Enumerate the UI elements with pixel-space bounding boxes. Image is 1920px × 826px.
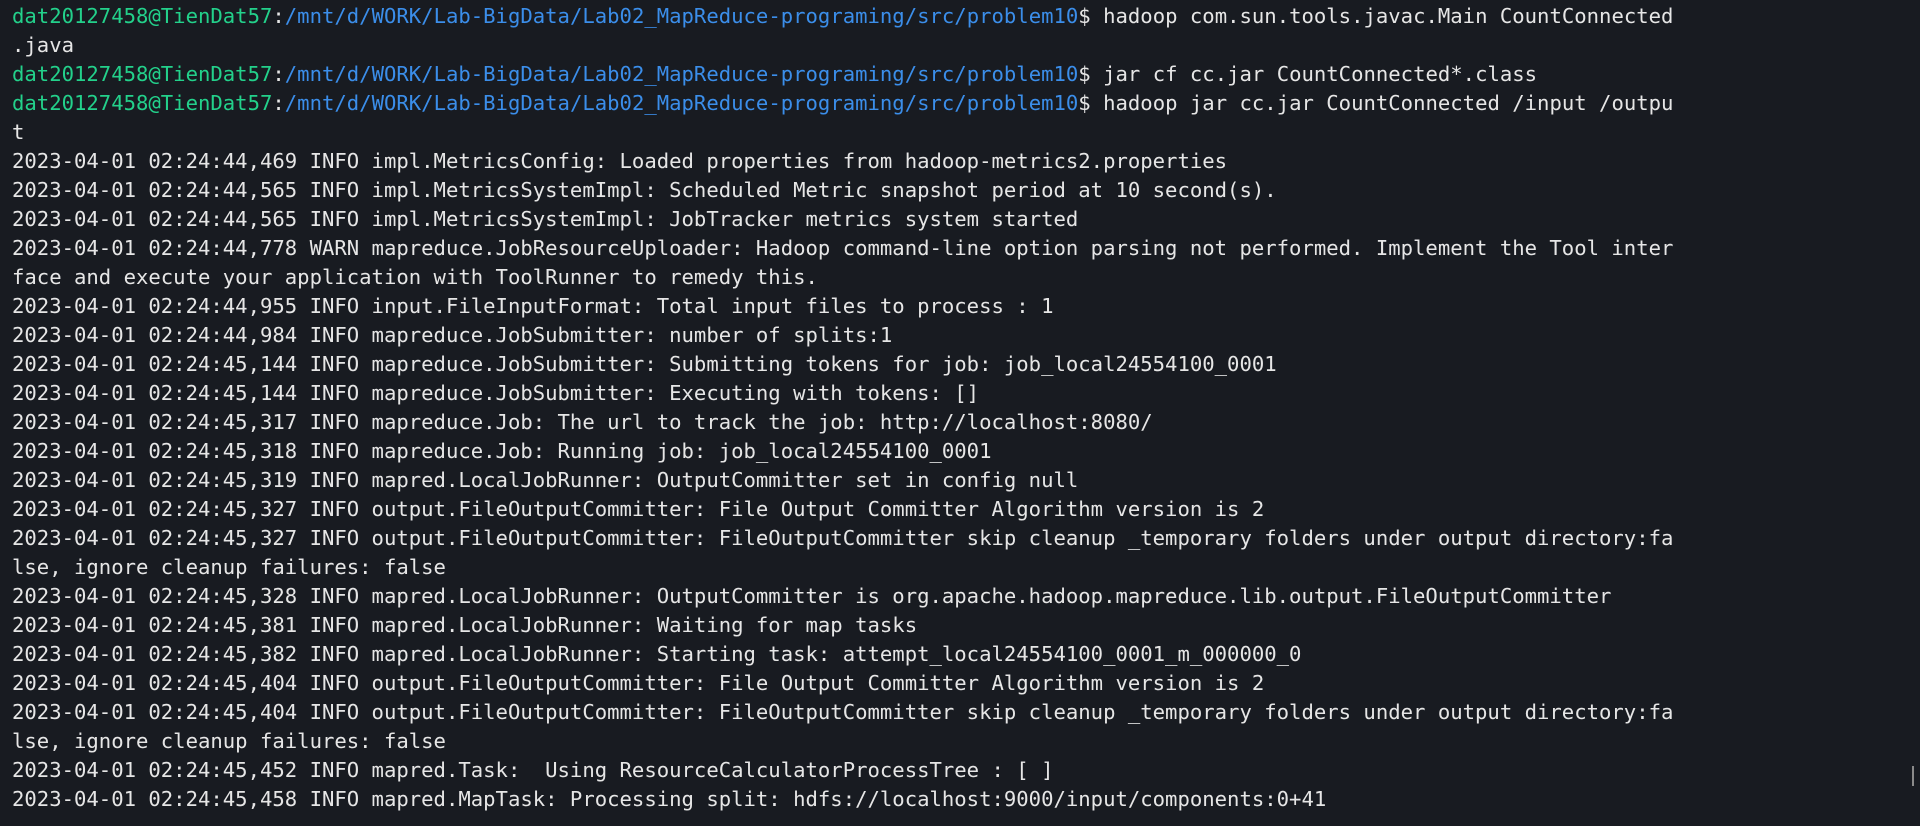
prompt-symbol: $: [1078, 4, 1104, 28]
command-text: hadoop com.sun.tools.javac.Main CountCon…: [1103, 4, 1674, 28]
prompt-line: dat20127458@TienDat57:/mnt/d/WORK/Lab-Bi…: [12, 60, 1920, 89]
terminal-window[interactable]: dat20127458@TienDat57:/mnt/d/WORK/Lab-Bi…: [0, 0, 1920, 826]
log-line: 2023-04-01 02:24:45,404 INFO output.File…: [12, 671, 1265, 695]
log-line: 2023-04-01 02:24:45,458 INFO mapred.MapT…: [12, 787, 1327, 811]
log-line: 2023-04-01 02:24:44,469 INFO impl.Metric…: [12, 149, 1228, 173]
log-line: 2023-04-01 02:24:45,144 INFO mapreduce.J…: [12, 381, 980, 405]
log-line: lse, ignore cleanup failures: false: [12, 555, 446, 579]
log-line: 2023-04-01 02:24:45,382 INFO mapred.Loca…: [12, 642, 1302, 666]
log-line: 2023-04-01 02:24:44,565 INFO impl.Metric…: [12, 207, 1079, 231]
prompt-user-host: dat20127458@TienDat57: [12, 91, 273, 115]
log-line: face and execute your application with T…: [12, 265, 818, 289]
prompt-separator: :: [272, 4, 285, 28]
log-line: lse, ignore cleanup failures: false: [12, 729, 446, 753]
log-line: 2023-04-01 02:24:44,778 WARN mapreduce.J…: [12, 236, 1674, 260]
prompt-user-host: dat20127458@TienDat57: [12, 62, 273, 86]
prompt-user-host: dat20127458@TienDat57: [12, 4, 273, 28]
log-line: 2023-04-01 02:24:44,984 INFO mapreduce.J…: [12, 323, 893, 347]
log-line: 2023-04-01 02:24:44,565 INFO impl.Metric…: [12, 178, 1277, 202]
prompt-separator: :: [272, 91, 285, 115]
prompt-symbol: $: [1078, 62, 1104, 86]
command-text: jar cf cc.jar CountConnected*.class: [1103, 62, 1538, 86]
log-line: 2023-04-01 02:24:45,317 INFO mapreduce.J…: [12, 410, 1153, 434]
prompt-path: /mnt/d/WORK/Lab-BigData/Lab02_MapReduce-…: [284, 91, 1079, 115]
prompt-separator: :: [272, 62, 285, 86]
log-line: 2023-04-01 02:24:45,404 INFO output.File…: [12, 700, 1674, 724]
scrollbar-thumb[interactable]: [1912, 766, 1914, 786]
log-line: 2023-04-01 02:24:44,955 INFO input.FileI…: [12, 294, 1054, 318]
log-line: 2023-04-01 02:24:45,144 INFO mapreduce.J…: [12, 352, 1277, 376]
prompt-path: /mnt/d/WORK/Lab-BigData/Lab02_MapReduce-…: [284, 4, 1079, 28]
log-line: 2023-04-01 02:24:45,327 INFO output.File…: [12, 526, 1674, 550]
log-line: 2023-04-01 02:24:45,318 INFO mapreduce.J…: [12, 439, 992, 463]
log-line: 2023-04-01 02:24:45,328 INFO mapred.Loca…: [12, 584, 1612, 608]
prompt-symbol: $: [1078, 91, 1104, 115]
prompt-line: dat20127458@TienDat57:/mnt/d/WORK/Lab-Bi…: [12, 89, 1920, 118]
log-line: 2023-04-01 02:24:45,327 INFO output.File…: [12, 497, 1265, 521]
prompt-line: dat20127458@TienDat57:/mnt/d/WORK/Lab-Bi…: [12, 2, 1920, 31]
prompt-path: /mnt/d/WORK/Lab-BigData/Lab02_MapReduce-…: [284, 62, 1079, 86]
log-line: 2023-04-01 02:24:45,381 INFO mapred.Loca…: [12, 613, 918, 637]
log-line: 2023-04-01 02:24:45,452 INFO mapred.Task…: [12, 758, 1054, 782]
command-text: hadoop jar cc.jar CountConnected /input …: [1103, 91, 1674, 115]
command-wrap: .java: [12, 33, 74, 57]
command-wrap: t: [12, 120, 25, 144]
log-line: 2023-04-01 02:24:45,319 INFO mapred.Loca…: [12, 468, 1079, 492]
